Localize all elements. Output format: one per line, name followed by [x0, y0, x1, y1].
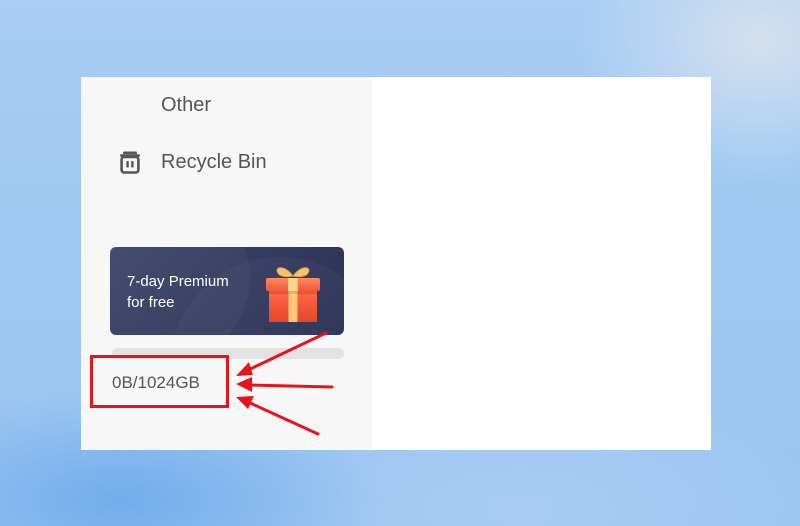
main-content-area: [372, 77, 711, 450]
storage-usage-text: 0B/1024GB: [112, 373, 200, 392]
app-window: Other Recycle Bin 7-day Premium for free: [81, 77, 711, 450]
promo-text: 7-day Premium for free: [127, 271, 267, 313]
sidebar-item-recycle-bin[interactable]: Recycle Bin: [81, 142, 372, 182]
premium-promo-banner[interactable]: 7-day Premium for free: [110, 247, 344, 335]
promo-line-1: 7-day Premium: [127, 273, 229, 290]
promo-line-2: for free: [127, 294, 175, 311]
sidebar-item-label: Other: [161, 94, 212, 116]
sidebar-item-other[interactable]: Other: [81, 85, 372, 125]
trash-icon: [118, 150, 142, 174]
sidebar: Other Recycle Bin 7-day Premium for free: [81, 77, 372, 450]
sidebar-item-label: Recycle Bin: [161, 151, 267, 173]
gift-icon: [266, 267, 320, 322]
storage-usage-bar: [112, 348, 344, 359]
